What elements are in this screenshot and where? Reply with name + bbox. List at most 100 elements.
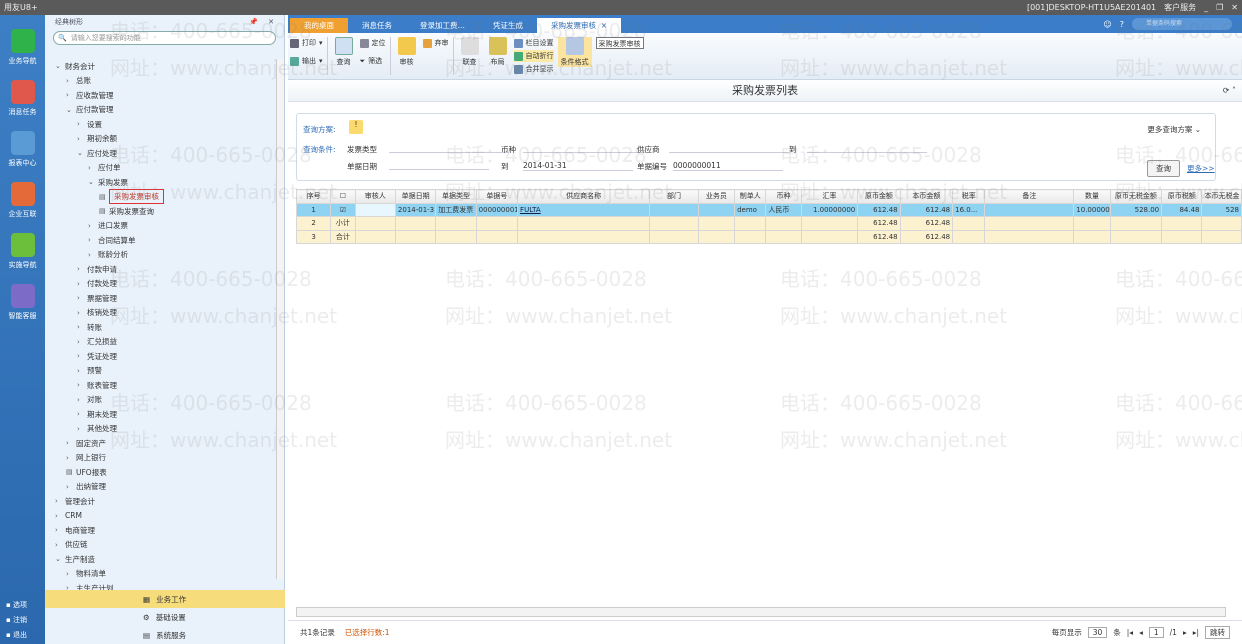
sidebar-scrollbar[interactable] xyxy=(276,59,284,579)
query-submit-button[interactable]: 查询 xyxy=(1147,160,1180,177)
column-header[interactable]: 审核人 xyxy=(354,189,396,204)
more-link[interactable]: 更多>> xyxy=(1187,163,1215,174)
column-header[interactable]: 税率 xyxy=(952,189,986,204)
basic-settings-button[interactable]: ⚙ 基础设置 xyxy=(45,608,285,626)
column-header[interactable]: 序号 xyxy=(295,189,332,204)
tree-item[interactable]: › 其他处理 xyxy=(45,422,277,437)
rail-bottom-item[interactable]: ▪ 退出 xyxy=(6,630,27,640)
table-row[interactable]: 1☑2014-01-31加工费发票0000000011FULTAdemo人民币1… xyxy=(295,202,1242,217)
tab-voucher[interactable]: 凭证生成 xyxy=(479,18,537,33)
tree-item[interactable]: ▤ 采购发票查询 xyxy=(45,204,277,219)
merge-display-button[interactable]: 合并显示 xyxy=(513,63,554,75)
tree-item[interactable]: › 账表管理 xyxy=(45,378,277,393)
table-row[interactable]: 3 合计 612.48 612.48 xyxy=(295,229,1242,244)
tree-item[interactable]: › 账龄分析 xyxy=(45,248,277,263)
tab-messages[interactable]: 消息任务 xyxy=(348,18,406,33)
rail-bottom-item[interactable]: ▪ 选项 xyxy=(6,600,27,610)
tree-item[interactable]: › 合同结算单 xyxy=(45,233,277,248)
tree-item[interactable]: › 转账 xyxy=(45,320,277,335)
supplier-to-input[interactable] xyxy=(807,144,927,153)
tree-item[interactable]: ▤ UFO报表 xyxy=(45,465,277,480)
tree-item[interactable]: › 票据管理 xyxy=(45,291,277,306)
tree-item[interactable]: › 付款处理 xyxy=(45,277,277,292)
tab-desktop[interactable]: 我的桌面 xyxy=(290,18,348,33)
column-header[interactable]: 单据类型 xyxy=(435,189,477,204)
minimize-icon[interactable]: _ xyxy=(1204,3,1208,12)
column-header[interactable]: 汇率 xyxy=(800,189,859,204)
invoice-type-input[interactable] xyxy=(389,144,509,153)
tree-item[interactable]: › 汇兑损益 xyxy=(45,335,277,350)
customer-service-button[interactable]: 客户服务 xyxy=(1164,2,1196,13)
column-settings-button[interactable]: 栏目设置 xyxy=(513,37,554,49)
tree-item[interactable]: › 网上银行 xyxy=(45,451,277,466)
table-cell[interactable]: 合计 xyxy=(330,229,356,244)
tree-item[interactable]: ⌄ 应付款管理 xyxy=(45,103,277,118)
restore-icon[interactable]: ❐ xyxy=(1216,3,1223,12)
print-button[interactable]: 打印 ▾ xyxy=(290,37,323,49)
column-header[interactable]: 原币无税金额 xyxy=(1109,189,1163,204)
last-page-button[interactable]: ▸| xyxy=(1193,628,1199,637)
tree-item[interactable]: › 付款申请 xyxy=(45,262,277,277)
tree-item[interactable]: › 固定资产 xyxy=(45,436,277,451)
close-icon[interactable]: ✕ xyxy=(1231,3,1238,12)
column-header[interactable]: 数量 xyxy=(1073,189,1111,204)
page-input[interactable]: 1 xyxy=(1148,627,1164,638)
horizontal-scrollbar[interactable] xyxy=(296,607,1226,617)
table-cell[interactable]: FULTA xyxy=(517,202,651,217)
unaudit-button[interactable]: 弃审 xyxy=(422,37,449,49)
tree-item[interactable]: › 物料清单 xyxy=(45,567,277,582)
locate-button[interactable]: 定位 xyxy=(359,37,386,49)
column-header[interactable]: 供应商名称 xyxy=(517,189,651,204)
user-icon[interactable]: ☺ xyxy=(1103,20,1111,29)
column-header[interactable]: 单据日期 xyxy=(394,189,437,204)
column-header[interactable]: 原币金额 xyxy=(857,189,901,204)
per-page-input[interactable]: 30 xyxy=(1087,627,1108,638)
tree-item[interactable]: › 供应链 xyxy=(45,538,277,553)
rail-item[interactable]: 报表中心 xyxy=(0,131,45,168)
audit-button[interactable]: 审核 xyxy=(395,37,419,67)
column-header[interactable]: ☐ xyxy=(330,189,356,204)
condition-format-button[interactable]: 条件格式 xyxy=(557,37,592,67)
table-cell[interactable]: 小计 xyxy=(330,216,356,231)
tab-invoice-audit[interactable]: 采购发票审核 × xyxy=(537,18,622,33)
tree-item[interactable]: › 应收款管理 xyxy=(45,88,277,103)
auto-wrap-button[interactable]: 自动折行 xyxy=(513,50,554,62)
tab-close-icon[interactable]: × xyxy=(601,21,607,30)
help-icon[interactable]: ? xyxy=(1120,20,1124,29)
column-header[interactable]: 备注 xyxy=(984,189,1075,204)
tree-item[interactable]: › 应付单 xyxy=(45,161,277,176)
link-query-button[interactable]: 联查 xyxy=(458,37,482,67)
pin-icon[interactable]: 📌 xyxy=(249,18,258,26)
column-header[interactable]: 本币金额 xyxy=(899,189,954,204)
tree-item[interactable]: › 管理会计 xyxy=(45,494,277,509)
scheme-button[interactable]: ! xyxy=(349,120,363,134)
date-from-input[interactable] xyxy=(389,161,489,170)
tab-processing-fee[interactable]: 登录加工费… xyxy=(406,18,479,33)
query-button[interactable]: 查询 xyxy=(332,37,356,67)
business-work-button[interactable]: ▦ 业务工作 xyxy=(45,590,285,608)
table-row[interactable]: 2 小计 612.48 612.48 xyxy=(295,216,1242,231)
tree-item[interactable]: ⌄ 财务会计 xyxy=(45,59,277,74)
tree-item[interactable]: › 对账 xyxy=(45,393,277,408)
tree-item[interactable]: ▤ 采购发票审核 xyxy=(45,189,277,205)
system-service-button[interactable]: ▤ 系统服务 xyxy=(45,626,285,644)
table-cell[interactable]: ☑ xyxy=(330,202,356,217)
column-header[interactable]: 单据号 xyxy=(475,189,519,204)
tree-item[interactable]: › CRM xyxy=(45,509,277,524)
column-header[interactable]: 原币税额 xyxy=(1161,189,1203,204)
tree-item[interactable]: › 预警 xyxy=(45,364,277,379)
tree-item[interactable]: ⌄ 采购发票 xyxy=(45,175,277,190)
rail-item[interactable]: 企业互联 xyxy=(0,182,45,219)
more-schemes-button[interactable]: 更多查询方案 ⌄ xyxy=(1147,124,1201,135)
rail-item[interactable]: 消息任务 xyxy=(0,80,45,117)
rail-item[interactable]: 业务导航 xyxy=(0,29,45,66)
tree-item[interactable]: › 期初余额 xyxy=(45,132,277,147)
tree-item[interactable]: › 期末处理 xyxy=(45,407,277,422)
layout-button[interactable]: 布局 xyxy=(486,37,510,67)
date-to-input[interactable]: 2014-01-31 xyxy=(523,161,633,171)
tree-item[interactable]: › 电商管理 xyxy=(45,523,277,538)
column-header[interactable]: 本币无税金 xyxy=(1201,189,1242,204)
top-search-input[interactable]: 单据条码搜索 xyxy=(1132,18,1232,30)
export-button[interactable]: 输出 ▾ xyxy=(290,55,323,67)
tree-item[interactable]: › 进口发票 xyxy=(45,219,277,234)
